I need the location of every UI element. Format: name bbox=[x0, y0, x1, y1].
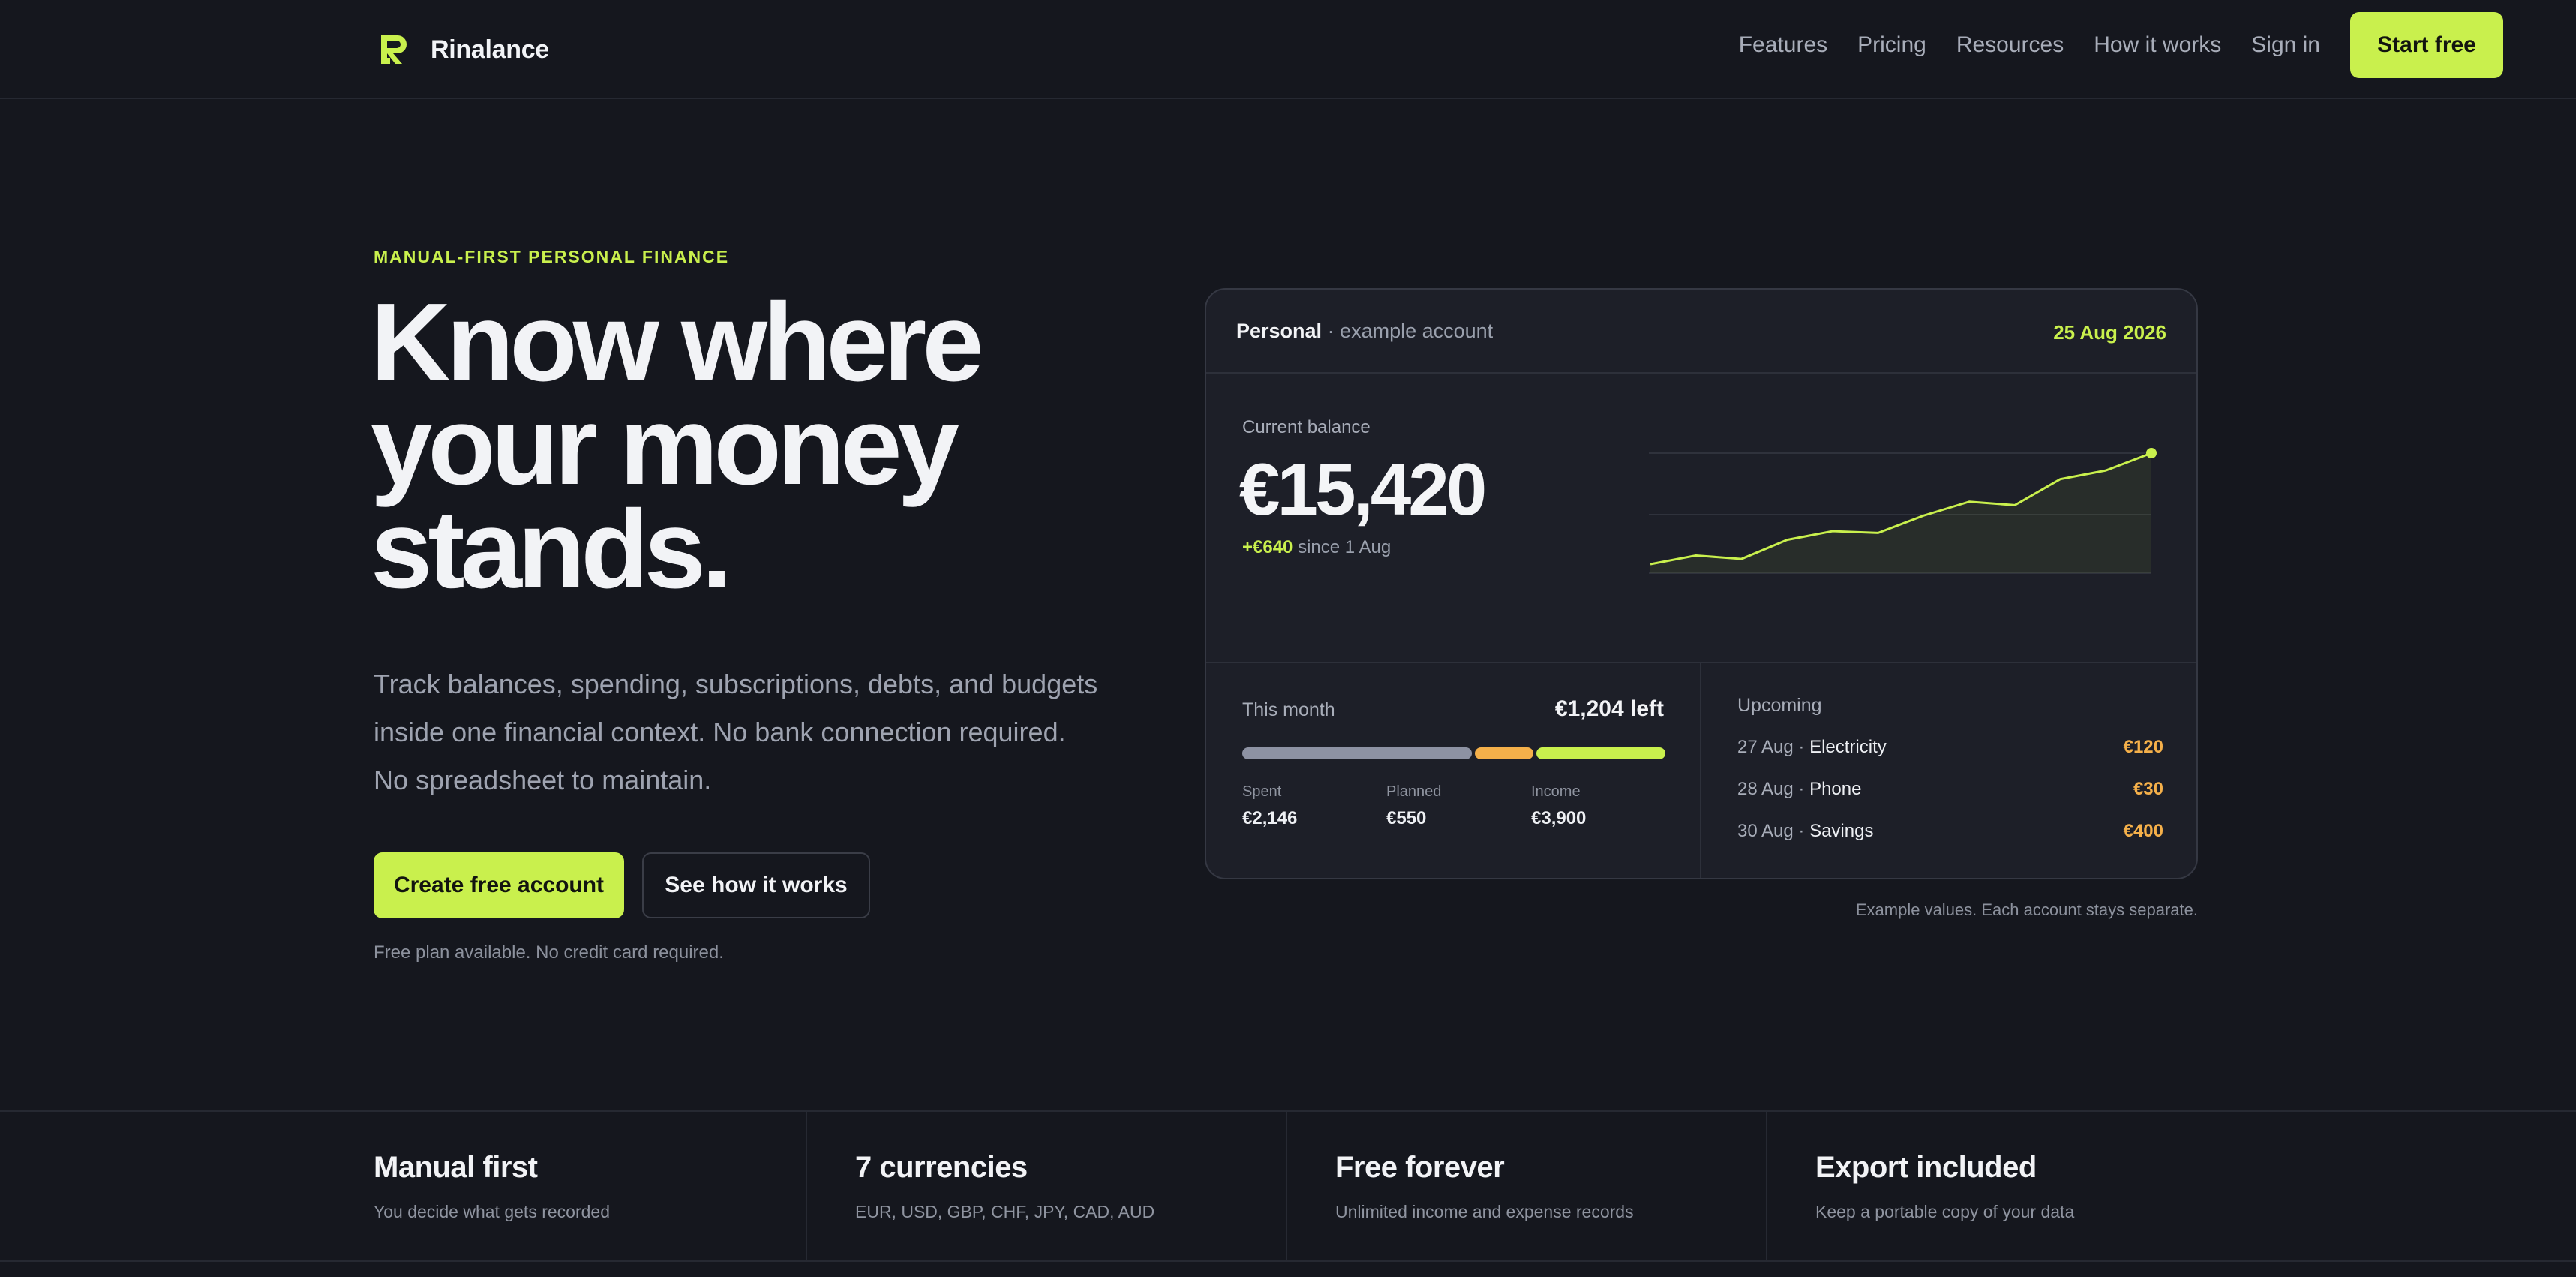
balance-label: Current balance bbox=[1242, 417, 1371, 437]
stat-value: €550 bbox=[1386, 808, 1427, 828]
chart-latest-point bbox=[2146, 448, 2157, 458]
balance-change-suffix: since 1 Aug bbox=[1293, 537, 1392, 557]
budget-bar-spent bbox=[1242, 747, 1472, 759]
card-date: 25 Aug 2026 bbox=[2053, 321, 2166, 344]
see-how-it-works-button[interactable]: See how it works bbox=[642, 852, 870, 918]
card-header: Personal · example account 25 Aug 2026 bbox=[1206, 290, 2196, 374]
stat-planned: Planned €550 bbox=[1386, 783, 1441, 829]
upcoming-name: Phone bbox=[1809, 779, 1862, 799]
nav-link-resources[interactable]: Resources bbox=[1956, 32, 2064, 58]
month-summary: This month €1,204 left Spent €2,146 Plan… bbox=[1206, 663, 1701, 878]
stat-label: Income bbox=[1531, 783, 1581, 800]
feature-strip: Manual first You decide what gets record… bbox=[0, 1110, 2576, 1262]
stat-spent: Spent €2,146 bbox=[1242, 783, 1297, 829]
hero-title-line: Know where bbox=[371, 281, 984, 404]
budget-bar-planned bbox=[1474, 747, 1533, 759]
account-name: Personal bbox=[1236, 320, 1323, 342]
feature-title: Free forever bbox=[1335, 1151, 1505, 1184]
upcoming-amount: €120 bbox=[2123, 737, 2163, 757]
hero-subtitle-line: No spreadsheet to maintain. bbox=[374, 765, 712, 795]
start-free-button[interactable]: Start free bbox=[2350, 12, 2503, 78]
upcoming-date: 28 Aug bbox=[1737, 779, 1794, 799]
rinalance-logo-icon bbox=[381, 35, 407, 64]
upcoming-list: Upcoming 27 Aug · Electricity €120 28 Au… bbox=[1701, 663, 2196, 878]
hero-fine-print: Free plan available. No credit card requ… bbox=[374, 942, 724, 963]
feature-subtitle: EUR, USD, GBP, CHF, JPY, CAD, AUD bbox=[855, 1202, 1155, 1221]
nav-link-how-it-works[interactable]: How it works bbox=[2094, 32, 2221, 58]
feature-divider bbox=[1286, 1112, 1287, 1260]
month-remaining: €1,204 left bbox=[1554, 696, 1664, 721]
upcoming-date: 30 Aug bbox=[1737, 821, 1794, 841]
feature-subtitle: Keep a portable copy of your data bbox=[1815, 1202, 2075, 1221]
feature-subtitle: You decide what gets recorded bbox=[374, 1202, 610, 1221]
feature-title: Export included bbox=[1815, 1151, 2037, 1184]
balance-change-amount: +€640 bbox=[1242, 537, 1293, 557]
feature-divider bbox=[1766, 1112, 1767, 1260]
stat-income: Income €3,900 bbox=[1531, 783, 1586, 829]
create-account-button[interactable]: Create free account bbox=[374, 852, 624, 918]
balance-sparkline-chart bbox=[1649, 448, 2157, 574]
card-lower: This month €1,204 left Spent €2,146 Plan… bbox=[1206, 662, 2196, 878]
brand[interactable]: Rinalance bbox=[375, 26, 549, 74]
stat-value: €3,900 bbox=[1531, 808, 1587, 828]
budget-bar-income bbox=[1536, 747, 1665, 759]
hero-subtitle-line: inside one financial context. No bank co… bbox=[374, 717, 1066, 747]
stat-value: €2,146 bbox=[1242, 808, 1298, 828]
upcoming-label: Upcoming bbox=[1737, 695, 1822, 716]
upcoming-item: 28 Aug · Phone €30 bbox=[1737, 779, 2163, 799]
stat-label: Spent bbox=[1242, 783, 1282, 800]
month-label: This month bbox=[1242, 699, 1335, 720]
feature-title: 7 currencies bbox=[855, 1151, 1028, 1184]
hero-title-line: your money bbox=[371, 384, 959, 508]
upcoming-amount: €30 bbox=[2133, 779, 2163, 799]
hero-subtitle-line: Track balances, spending, subscriptions,… bbox=[374, 669, 1098, 699]
upcoming-amount: €400 bbox=[2123, 821, 2163, 841]
upcoming-date: 27 Aug bbox=[1737, 737, 1794, 757]
nav-links: Features Pricing Resources How it works … bbox=[1739, 12, 2503, 78]
feature-title: Manual first bbox=[374, 1151, 538, 1184]
feature-divider bbox=[806, 1112, 807, 1260]
feature-subtitle: Unlimited income and expense records bbox=[1335, 1202, 1634, 1221]
hero-title: Know where your money stands. bbox=[371, 281, 1121, 611]
hero-subtitle: Track balances, spending, subscriptions,… bbox=[374, 660, 1154, 804]
hero-title-line: stands. bbox=[371, 488, 732, 611]
nav-link-pricing[interactable]: Pricing bbox=[1857, 32, 1926, 58]
balance-value: €15,420 bbox=[1239, 448, 1487, 530]
chart-area bbox=[1650, 453, 2151, 573]
upcoming-name: Savings bbox=[1809, 821, 1874, 841]
stat-label: Planned bbox=[1386, 783, 1442, 800]
budget-bar bbox=[1242, 747, 1665, 759]
account-subtitle: · example account bbox=[1322, 320, 1494, 342]
balance-change: +€640 since 1 Aug bbox=[1242, 537, 1391, 558]
upcoming-name: Electricity bbox=[1809, 737, 1887, 757]
brand-name: Rinalance bbox=[431, 35, 549, 64]
upcoming-item: 30 Aug · Savings €400 bbox=[1737, 821, 2163, 841]
card-note: Example values. Each account stays separ… bbox=[1855, 900, 2198, 919]
top-nav: Rinalance Features Pricing Resources How… bbox=[0, 0, 2576, 99]
nav-link-features[interactable]: Features bbox=[1739, 32, 1827, 58]
upcoming-item: 27 Aug · Electricity €120 bbox=[1737, 737, 2163, 757]
dashboard-preview-card: Personal · example account 25 Aug 2026 C… bbox=[1205, 288, 2198, 879]
nav-link-sign-in[interactable]: Sign in bbox=[2251, 32, 2320, 58]
account-label: Personal · example account bbox=[1236, 320, 1493, 343]
hero-eyebrow: MANUAL-FIRST PERSONAL FINANCE bbox=[374, 247, 730, 266]
